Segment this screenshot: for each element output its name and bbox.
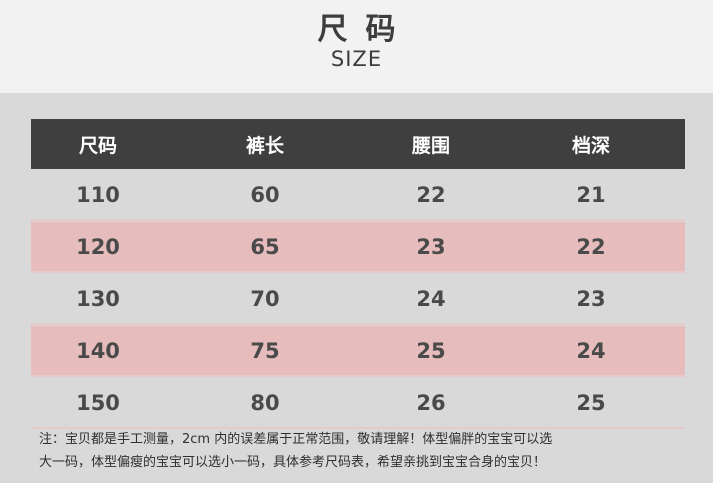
cell-size: 130 bbox=[76, 286, 120, 311]
column-header-waist: 腰围 bbox=[411, 134, 450, 157]
cell-waist: 25 bbox=[416, 338, 446, 363]
cell-rise: 22 bbox=[576, 234, 606, 259]
note-line-1: 注：宝贝都是手工测量，2cm 内的误差属于正常范围，敬请理解！体型偏胖的宝宝可以… bbox=[39, 432, 553, 447]
table-row: 130 70 24 23 bbox=[31, 274, 685, 325]
table-header-row: 尺码 裤长 腰围 档深 bbox=[31, 119, 685, 169]
table-row: 120 65 23 22 bbox=[31, 222, 685, 273]
cell-waist: 26 bbox=[416, 390, 446, 415]
page-subtitle: SIZE bbox=[330, 47, 383, 71]
cell-size: 110 bbox=[76, 182, 120, 207]
cell-size: 120 bbox=[76, 234, 120, 259]
cell-rise: 25 bbox=[576, 390, 606, 415]
cell-pants-length: 65 bbox=[250, 234, 280, 259]
measurement-note: 注：宝贝都是手工测量，2cm 内的误差属于正常范围，敬请理解！体型偏胖的宝宝可以… bbox=[39, 428, 699, 474]
table-row: 110 60 22 21 bbox=[31, 170, 685, 221]
cell-pants-length: 60 bbox=[250, 182, 280, 207]
table-row: 150 80 26 25 bbox=[31, 378, 685, 429]
cell-size: 140 bbox=[76, 338, 120, 363]
cell-waist: 24 bbox=[416, 286, 446, 311]
page-title: 尺码 bbox=[317, 12, 414, 47]
cell-size: 150 bbox=[76, 390, 120, 415]
column-header-rise: 档深 bbox=[571, 134, 610, 157]
cell-pants-length: 80 bbox=[250, 390, 280, 415]
cell-pants-length: 70 bbox=[250, 286, 280, 311]
cell-rise: 23 bbox=[576, 286, 606, 311]
cell-waist: 22 bbox=[416, 182, 446, 207]
table-row: 140 75 25 24 bbox=[31, 326, 685, 377]
column-header-size: 尺码 bbox=[78, 134, 117, 157]
note-line-2: 大一码，体型偏瘦的宝宝可以选小一码，具体参考尺码表，希望亲挑到宝宝合身的宝贝！ bbox=[39, 455, 547, 470]
cell-rise: 21 bbox=[576, 182, 606, 207]
cell-rise: 24 bbox=[576, 338, 606, 363]
column-header-pants-length: 裤长 bbox=[245, 134, 284, 157]
cell-waist: 23 bbox=[416, 234, 446, 259]
size-table: 尺码 裤长 腰围 档深 110 60 22 21 120 65 23 22 13… bbox=[31, 119, 685, 429]
page-header: 尺码 SIZE bbox=[0, 0, 713, 93]
cell-pants-length: 75 bbox=[250, 338, 280, 363]
